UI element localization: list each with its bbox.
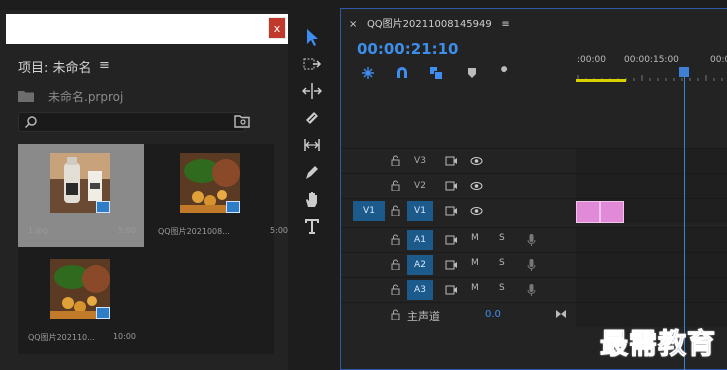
sequence-name: QQ图片20211008145949 xyxy=(366,19,492,30)
image-badge-icon xyxy=(96,307,110,319)
timeline-clip[interactable] xyxy=(600,201,624,223)
clip-name: 1.jpg xyxy=(28,226,49,235)
track-lane[interactable] xyxy=(576,278,727,302)
track-name[interactable]: V1 xyxy=(407,201,433,221)
track-a2: A2 M S xyxy=(341,252,727,277)
mute-button[interactable]: M xyxy=(471,258,479,268)
folder-icon xyxy=(18,91,34,102)
mute-button[interactable]: M xyxy=(471,233,479,243)
image-badge-icon xyxy=(226,201,240,213)
audio-bowtie-icon[interactable] xyxy=(555,309,567,319)
tools-panel xyxy=(294,22,330,370)
track-lane[interactable] xyxy=(576,228,727,252)
search-icon xyxy=(24,116,37,129)
eye-icon[interactable] xyxy=(470,156,483,166)
hand-icon[interactable] xyxy=(302,189,322,209)
sync-lock-icon[interactable] xyxy=(445,235,458,245)
media-item[interactable]: QQ图片202110... 10:00 xyxy=(18,250,144,353)
type-icon[interactable] xyxy=(302,216,322,236)
solo-button[interactable]: S xyxy=(499,258,505,268)
track-a1: A1 M S xyxy=(341,227,727,252)
track-lane[interactable] xyxy=(576,149,727,173)
timeline-clip[interactable] xyxy=(576,201,600,223)
track-select-forward-icon[interactable] xyxy=(302,54,322,74)
linked-selection-icon[interactable] xyxy=(429,66,443,80)
work-area-bar[interactable] xyxy=(576,79,626,82)
search-input[interactable] xyxy=(18,112,245,132)
ripple-edit-icon[interactable] xyxy=(301,81,323,101)
track-lane[interactable] xyxy=(576,174,727,198)
sync-lock-icon[interactable] xyxy=(445,181,458,191)
lock-icon[interactable] xyxy=(391,309,400,320)
ruler-label: 00:00:15:00 xyxy=(624,55,679,65)
sync-lock-icon[interactable] xyxy=(445,206,458,216)
track-v3: V3 xyxy=(341,148,727,173)
new-search-bin-icon[interactable] xyxy=(234,114,250,128)
lock-icon[interactable] xyxy=(391,234,400,245)
source-patch-v1[interactable]: V1 xyxy=(353,201,385,221)
solo-button[interactable]: S xyxy=(499,233,505,243)
project-panel: x 项目: 未命名 ≡ 未命名.prproj 1.jpg 5:00 QQ图片20… xyxy=(0,10,288,370)
sync-lock-icon[interactable] xyxy=(445,260,458,270)
media-item[interactable]: 1.jpg 5:00 xyxy=(18,144,144,247)
tab-close-button[interactable]: × xyxy=(349,19,357,30)
master-track-label: 主声道 xyxy=(407,310,440,323)
sequence-tab[interactable]: × QQ图片20211008145949 ≡ xyxy=(349,15,510,30)
nest-sequence-icon[interactable] xyxy=(361,66,375,80)
selection-tool-icon[interactable] xyxy=(302,27,322,47)
slip-icon[interactable] xyxy=(302,135,322,155)
pen-icon[interactable] xyxy=(302,162,322,182)
clip-name: QQ图片2021008... xyxy=(158,227,230,236)
track-name[interactable]: V3 xyxy=(407,151,433,171)
clip-name: QQ图片202110... xyxy=(28,333,95,342)
clip-duration: 5:00 xyxy=(118,226,136,235)
project-title: 项目: 未命名 xyxy=(18,61,92,76)
playhead-timecode[interactable]: 00:00:21:10 xyxy=(357,40,459,58)
ruler-label: :00:00 xyxy=(577,55,606,65)
media-item[interactable]: QQ图片2021008... 5:00 xyxy=(148,144,288,247)
sync-lock-icon[interactable] xyxy=(445,285,458,295)
image-badge-icon xyxy=(96,201,110,213)
project-file-name: 未命名.prproj xyxy=(48,90,124,104)
watermark-text: 最需教育 xyxy=(599,327,717,361)
timeline-panel: × QQ图片20211008145949 ≡ 00:00:21:10 :00:0… xyxy=(340,8,727,370)
media-grid: 1.jpg 5:00 QQ图片2021008... 5:00 QQ图片20211… xyxy=(18,144,288,354)
track-lane[interactable] xyxy=(576,199,727,223)
microphone-icon[interactable] xyxy=(527,283,536,297)
lock-icon[interactable] xyxy=(391,259,400,270)
track-name[interactable]: A3 xyxy=(407,280,433,300)
lock-icon[interactable] xyxy=(391,205,400,216)
panel-menu-icon[interactable]: ≡ xyxy=(501,19,509,30)
mute-button[interactable]: M xyxy=(471,283,479,293)
lock-icon[interactable] xyxy=(391,155,400,166)
panel-menu-icon[interactable]: ≡ xyxy=(99,58,110,73)
close-panel-button[interactable]: x xyxy=(268,17,286,39)
master-volume-value[interactable]: 0.0 xyxy=(485,309,501,320)
microphone-icon[interactable] xyxy=(527,258,536,272)
clip-duration: 10:00 xyxy=(112,332,136,341)
track-v2: V2 xyxy=(341,173,727,198)
wrench-settings-icon[interactable] xyxy=(497,66,511,80)
clip-duration: 5:00 xyxy=(270,226,288,235)
snap-magnet-icon[interactable] xyxy=(395,66,409,80)
track-a3: A3 M S xyxy=(341,277,727,302)
razor-icon[interactable] xyxy=(302,108,322,128)
add-marker-icon[interactable] xyxy=(465,66,479,80)
track-lane[interactable] xyxy=(576,253,727,277)
eye-icon[interactable] xyxy=(470,181,483,191)
eye-icon[interactable] xyxy=(470,206,483,216)
microphone-icon[interactable] xyxy=(527,233,536,247)
solo-button[interactable]: S xyxy=(499,283,505,293)
track-name[interactable]: V2 xyxy=(407,176,433,196)
lock-icon[interactable] xyxy=(391,284,400,295)
project-panel-header-bar xyxy=(6,14,288,44)
track-name[interactable]: A2 xyxy=(407,255,433,275)
track-v1: V1 V1 xyxy=(341,198,727,223)
ruler-label: 00:00:3 xyxy=(710,55,727,65)
sync-lock-icon[interactable] xyxy=(445,156,458,166)
track-name[interactable]: A1 xyxy=(407,230,433,250)
lock-icon[interactable] xyxy=(391,180,400,191)
